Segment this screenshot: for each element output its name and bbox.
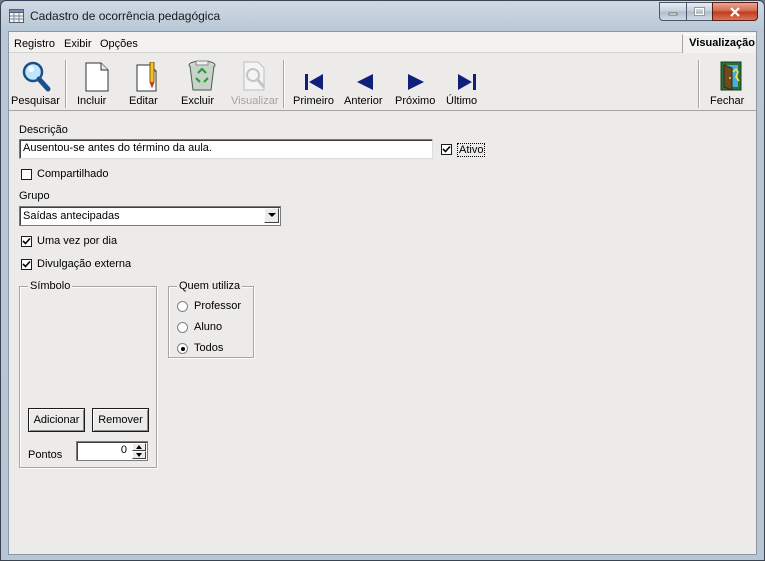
quem-utiliza-group: Quem utiliza Professor Aluno Todos — [168, 280, 254, 358]
editar-button[interactable]: Editar — [129, 58, 169, 107]
ultimo-label: Último — [446, 95, 478, 107]
close-icon — [730, 6, 740, 17]
simbolo-group: Símbolo Adicionar Remover Pontos 0 — [19, 280, 157, 468]
magnifier-icon — [22, 61, 51, 92]
spin-up-icon — [136, 445, 142, 449]
anterior-label: Anterior — [344, 95, 383, 107]
ativo-label[interactable]: Ativo — [457, 143, 486, 157]
editar-label: Editar — [129, 95, 158, 107]
fechar-button[interactable]: Fechar — [710, 58, 752, 107]
minimize-icon — [668, 12, 678, 15]
window-title: Cadastro de ocorrência pedagógica — [30, 9, 221, 23]
divulgacao-label[interactable]: Divulgação externa — [37, 258, 131, 270]
checkmark-icon — [442, 145, 451, 153]
fechar-label: Fechar — [710, 95, 745, 107]
proximo-label: Próximo — [395, 95, 436, 107]
checkmark-icon — [22, 260, 31, 268]
grupo-value: Saídas antecipadas — [23, 210, 120, 222]
title-bar[interactable]: Cadastro de ocorrência pedagógica — [1, 1, 764, 31]
visualizar-button[interactable]: Visualizar — [231, 58, 279, 107]
recycle-bin-icon — [188, 60, 216, 91]
ativo-checkbox[interactable] — [441, 144, 452, 155]
pontos-label: Pontos — [28, 449, 63, 461]
form-area: Descrição Ausentou-se antes do término d… — [9, 112, 756, 554]
pontos-value: 0 — [120, 444, 127, 456]
primeiro-button[interactable]: Primeiro — [293, 58, 335, 107]
pesquisar-label: Pesquisar — [11, 95, 60, 107]
anterior-button[interactable]: Anterior — [344, 58, 386, 107]
excluir-button[interactable]: Excluir — [181, 58, 223, 107]
menu-opcoes[interactable]: Opções — [100, 38, 138, 50]
dropdown-arrow-button[interactable] — [264, 208, 279, 223]
radio-todos[interactable] — [177, 343, 188, 354]
compartilhado-label[interactable]: Compartilhado — [37, 168, 109, 180]
view-document-icon — [243, 61, 266, 91]
uma-vez-label[interactable]: Uma vez por dia — [37, 235, 117, 247]
incluir-button[interactable]: Incluir — [77, 58, 117, 107]
grupo-label: Grupo — [19, 190, 50, 202]
toolbar-separator — [65, 60, 67, 108]
menu-registro[interactable]: Registro — [14, 38, 55, 50]
descricao-label: Descrição — [19, 124, 68, 136]
ultimo-button[interactable]: Último — [446, 58, 488, 107]
excluir-label: Excluir — [181, 95, 215, 107]
grupo-select[interactable]: Saídas antecipadas — [19, 206, 281, 226]
pesquisar-button[interactable]: Pesquisar — [11, 58, 61, 107]
spin-down-button[interactable] — [132, 451, 146, 459]
descricao-value: Ausentou-se antes do término da aula. — [23, 142, 212, 154]
radio-professor[interactable] — [177, 301, 188, 312]
compartilhado-checkbox[interactable] — [21, 169, 32, 180]
caption-buttons — [659, 2, 758, 21]
simbolo-title: Símbolo — [28, 280, 73, 292]
close-window-button[interactable] — [712, 2, 758, 21]
next-record-icon — [408, 74, 424, 90]
todos-label[interactable]: Todos — [194, 342, 223, 354]
main-window: Cadastro de ocorrência pedagógica Regist… — [0, 0, 765, 561]
spin-up-button[interactable] — [132, 443, 146, 451]
radio-aluno[interactable] — [177, 322, 188, 333]
descricao-input[interactable]: Ausentou-se antes do término da aula. — [19, 139, 433, 159]
edit-document-icon — [136, 62, 157, 92]
minimize-button[interactable] — [659, 2, 686, 21]
maximize-button[interactable] — [686, 2, 712, 21]
adicionar-button[interactable]: Adicionar — [28, 408, 85, 432]
checkmark-icon — [22, 237, 31, 245]
incluir-label: Incluir — [77, 95, 107, 107]
client-area: Registro Exibir Opções Visualização Pesq… — [8, 31, 757, 555]
previous-record-icon — [357, 74, 373, 90]
chevron-down-icon — [267, 213, 276, 217]
quem-utiliza-title: Quem utiliza — [177, 280, 243, 292]
mode-label: Visualização — [682, 34, 756, 53]
menu-bar: Registro Exibir Opções Visualização — [9, 32, 756, 53]
professor-label[interactable]: Professor — [194, 300, 241, 312]
toolbar-separator — [283, 60, 285, 108]
visualizar-label: Visualizar — [231, 95, 279, 107]
spin-down-icon — [136, 453, 142, 457]
radio-selected-dot — [181, 347, 185, 351]
remover-button[interactable]: Remover — [92, 408, 149, 432]
primeiro-label: Primeiro — [293, 95, 334, 107]
uma-vez-checkbox[interactable] — [21, 236, 32, 247]
exit-door-icon — [720, 61, 742, 91]
aluno-label[interactable]: Aluno — [194, 321, 222, 333]
first-record-icon — [305, 74, 323, 90]
menu-exibir[interactable]: Exibir — [64, 38, 92, 50]
new-document-icon — [85, 62, 109, 92]
divulgacao-checkbox[interactable] — [21, 259, 32, 270]
proximo-button[interactable]: Próximo — [395, 58, 437, 107]
last-record-icon — [458, 74, 476, 90]
toolbar: Pesquisar Incluir Editar Excluir Visuali… — [9, 54, 756, 111]
maximize-icon — [694, 7, 705, 16]
toolbar-separator — [698, 60, 700, 108]
app-grid-icon — [9, 9, 24, 23]
pontos-spinner[interactable]: 0 — [76, 441, 148, 461]
